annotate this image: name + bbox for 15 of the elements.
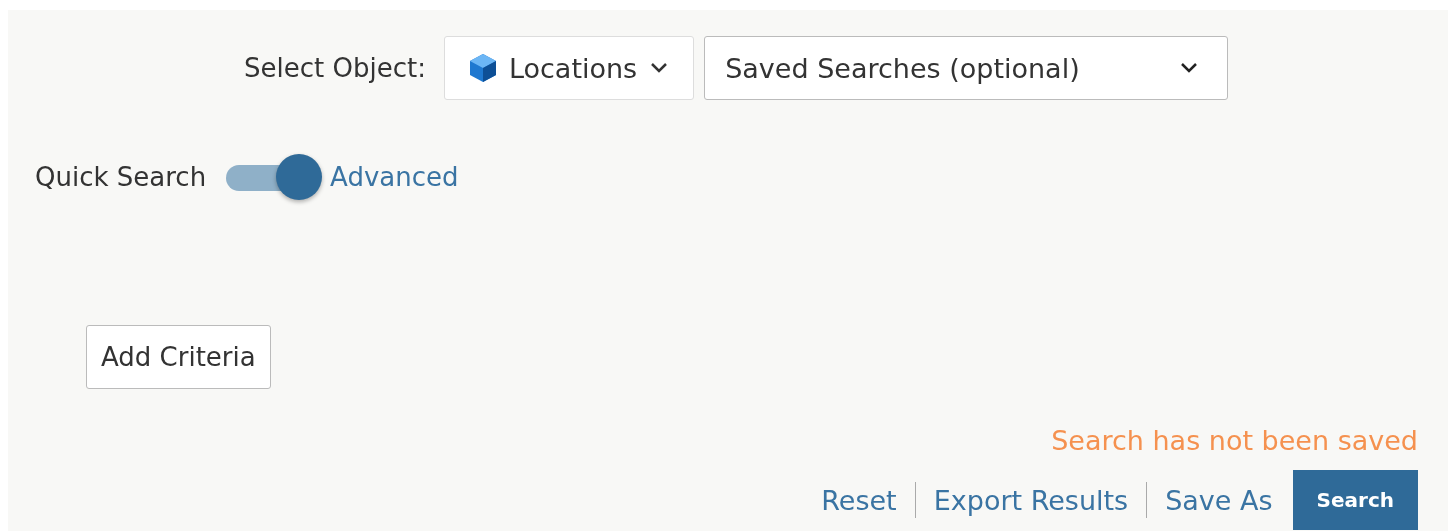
add-criteria-button[interactable]: Add Criteria [86, 325, 271, 389]
chevron-down-icon [1179, 62, 1200, 74]
chevron-down-icon [649, 62, 670, 74]
action-link[interactable]: Reset [803, 484, 915, 516]
select-object-label: Select Object: [244, 53, 426, 83]
advanced-label: Advanced [330, 162, 459, 192]
save-status-text: Search has not been saved [1051, 425, 1418, 456]
action-link[interactable]: Export Results [915, 484, 1147, 516]
object-dropdown[interactable]: Locations [443, 36, 695, 100]
search-button[interactable]: Search [1292, 470, 1418, 530]
cube-icon [468, 53, 497, 83]
mode-toggle[interactable] [226, 154, 323, 200]
saved-searches-dropdown[interactable]: Saved Searches (optional) [704, 36, 1229, 100]
action-link[interactable]: Save As [1147, 484, 1291, 516]
quick-search-label: Quick Search [35, 162, 207, 192]
